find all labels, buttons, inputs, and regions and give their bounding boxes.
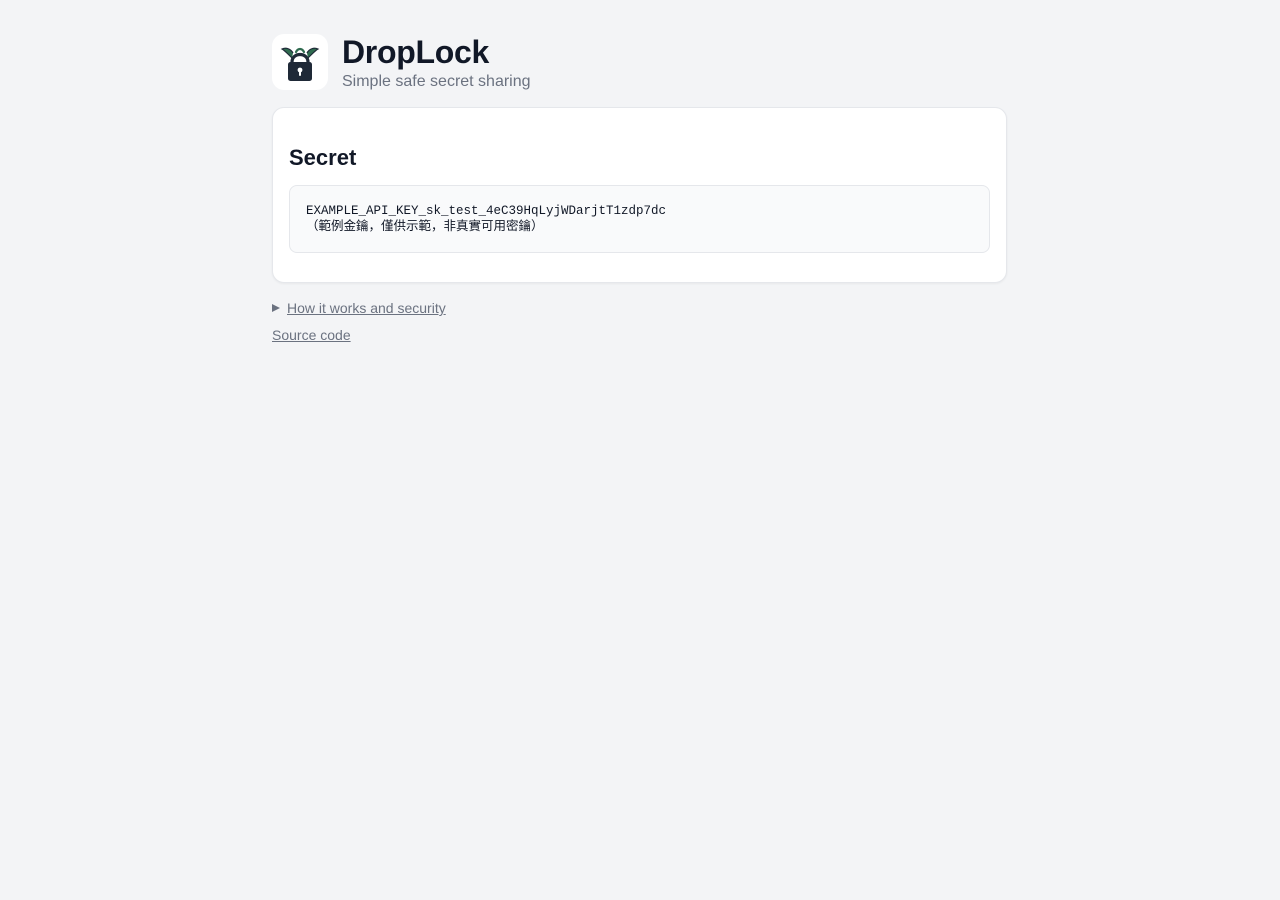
page-container: DropLock Simple safe secret sharing Secr… bbox=[272, 34, 1007, 343]
how-it-works-summary[interactable]: How it works and security bbox=[287, 300, 446, 316]
app-title: DropLock bbox=[342, 34, 489, 70]
padlock-icon bbox=[280, 47, 320, 81]
app-header: DropLock Simple safe secret sharing bbox=[272, 34, 1007, 92]
secret-line-key: EXAMPLE_API_KEY_sk_test_4eC39HqLyjWDarjt… bbox=[306, 204, 667, 218]
secret-heading: Secret bbox=[289, 145, 357, 170]
app-subtitle: Simple safe secret sharing bbox=[342, 73, 531, 90]
source-code-link[interactable]: Source code bbox=[272, 327, 1007, 343]
secret-line-note: （範例金鑰，僅供示範，非真實可用密鑰） bbox=[306, 220, 544, 234]
secret-content[interactable]: EXAMPLE_API_KEY_sk_test_4eC39HqLyjWDarjt… bbox=[289, 185, 990, 253]
logo bbox=[272, 34, 328, 90]
how-it-works-details[interactable]: How it works and security bbox=[272, 300, 1007, 316]
brand: DropLock Simple safe secret sharing bbox=[342, 34, 531, 92]
disclosure-triangle-icon[interactable] bbox=[272, 304, 280, 312]
secret-card: Secret EXAMPLE_API_KEY_sk_test_4eC39HqLy… bbox=[272, 107, 1007, 283]
